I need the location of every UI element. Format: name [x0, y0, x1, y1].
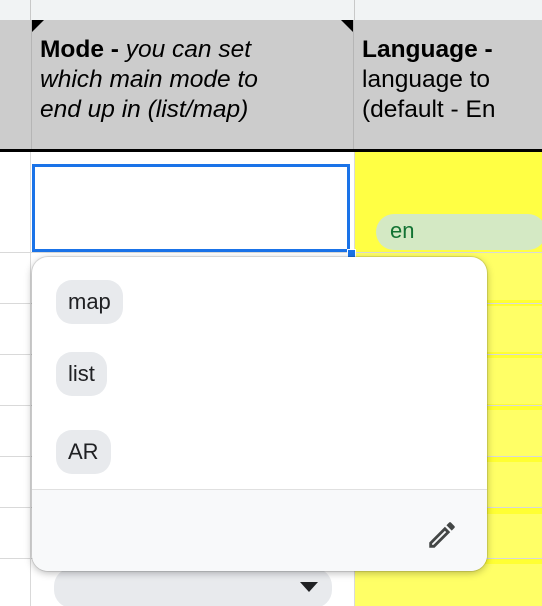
header-mode-bold: Mode -: [40, 36, 126, 63]
header-language-line2: language to: [362, 66, 491, 93]
header-language-line3: (default - En: [362, 96, 496, 123]
header-cell-mode[interactable]: Mode - you can set which main mode to en…: [32, 20, 354, 149]
language-chip[interactable]: en: [376, 214, 542, 250]
header-mode-text: Mode - you can set which main mode to en…: [40, 35, 258, 125]
note-indicator-icon[interactable]: [32, 20, 44, 32]
row-header-cell: [0, 20, 32, 149]
note-indicator-icon[interactable]: [341, 20, 353, 32]
mode-select-chip[interactable]: [54, 568, 332, 606]
header-language-text: Language - language to (default - En: [362, 35, 495, 125]
dropdown-footer: [32, 489, 487, 571]
dropdown-option-label: AR: [68, 439, 99, 464]
spreadsheet-grid: Mode - you can set which main mode to en…: [0, 0, 542, 606]
dropdown-option-ar[interactable]: AR: [56, 430, 111, 474]
row-gridline: [0, 252, 542, 253]
header-mode-line2: which main mode to: [40, 66, 258, 93]
dropdown-menu: map list AR: [32, 257, 487, 571]
header-language-bold: Language -: [362, 36, 493, 63]
dropdown-option-label: map: [68, 289, 111, 314]
chevron-down-icon[interactable]: [300, 582, 318, 592]
dropdown-option-map[interactable]: map: [56, 280, 123, 324]
dropdown-option-label: list: [68, 361, 95, 386]
row-above: [0, 0, 542, 21]
column-gridline: [30, 152, 31, 606]
active-mode-cell[interactable]: [32, 164, 350, 252]
pencil-icon[interactable]: [425, 518, 459, 552]
dropdown-option-list[interactable]: list: [56, 352, 107, 396]
header-mode-line1: you can set: [125, 36, 252, 63]
header-mode-line3: end up in (list/map): [40, 96, 249, 123]
language-chip-label: en: [390, 218, 415, 243]
header-cell-language[interactable]: Language - language to (default - En: [354, 20, 542, 149]
header-row: Mode - you can set which main mode to en…: [0, 20, 542, 149]
